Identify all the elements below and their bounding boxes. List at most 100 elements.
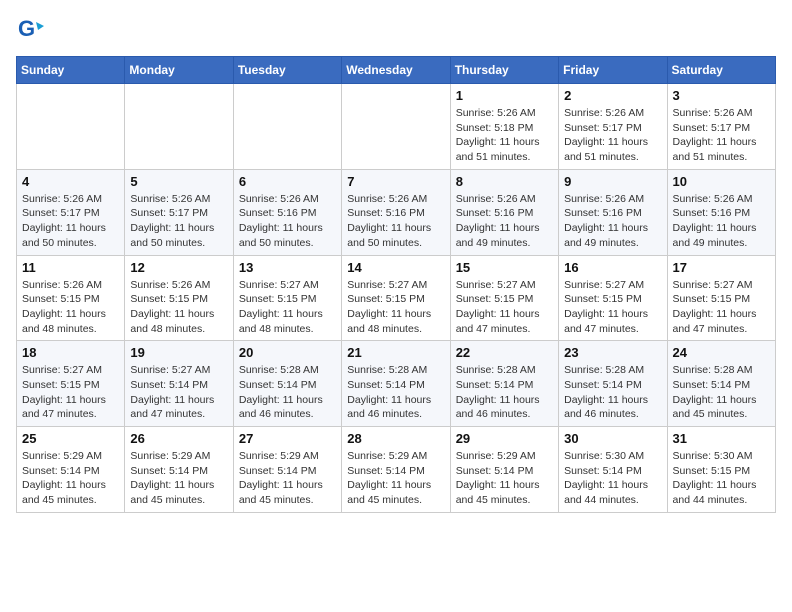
day-detail: Sunrise: 5:27 AM Sunset: 5:14 PM Dayligh… (130, 363, 227, 422)
calendar-cell: 28 Sunrise: 5:29 AM Sunset: 5:14 PM Dayli… (342, 427, 450, 513)
calendar-body: 1Sunrise: 5:26 AM Sunset: 5:18 PM Daylig… (17, 84, 776, 513)
day-number: 7 (347, 174, 444, 189)
day-detail: Sunrise: 5:28 AM Sunset: 5:14 PM Dayligh… (347, 363, 444, 422)
day-detail: Sunrise: 5:27 AM Sunset: 5:15 PM Dayligh… (239, 278, 336, 337)
day-number: 29 (456, 431, 553, 446)
day-detail: Sunrise: 5:26 AM Sunset: 5:18 PM Dayligh… (456, 106, 553, 165)
calendar-cell (17, 84, 125, 170)
logo-icon: G (16, 16, 44, 44)
svg-text:G: G (18, 16, 35, 41)
calendar-cell: 16Sunrise: 5:27 AM Sunset: 5:15 PM Dayli… (559, 255, 667, 341)
day-detail: Sunrise: 5:26 AM Sunset: 5:17 PM Dayligh… (22, 192, 119, 251)
calendar-cell: 4Sunrise: 5:26 AM Sunset: 5:17 PM Daylig… (17, 169, 125, 255)
day-number: 10 (673, 174, 770, 189)
calendar-cell: 22 Sunrise: 5:28 AM Sunset: 5:14 PM Dayli… (450, 341, 558, 427)
calendar-cell: 20 Sunrise: 5:28 AM Sunset: 5:14 PM Dayli… (233, 341, 341, 427)
day-detail: Sunrise: 5:29 AM Sunset: 5:14 PM Dayligh… (22, 449, 119, 508)
calendar-cell: 12 Sunrise: 5:26 AM Sunset: 5:15 PM Dayli… (125, 255, 233, 341)
page-header: G (16, 16, 776, 44)
day-number: 19 (130, 345, 227, 360)
calendar-table: SundayMondayTuesdayWednesdayThursdayFrid… (16, 56, 776, 513)
weekday-header: Sunday (17, 57, 125, 84)
day-detail: Sunrise: 5:29 AM Sunset: 5:14 PM Dayligh… (239, 449, 336, 508)
weekday-header: Tuesday (233, 57, 341, 84)
calendar-week-row: 11 Sunrise: 5:26 AM Sunset: 5:15 PM Dayli… (17, 255, 776, 341)
day-detail: Sunrise: 5:28 AM Sunset: 5:14 PM Dayligh… (673, 363, 770, 422)
day-number: 15 (456, 260, 553, 275)
calendar-week-row: 18 Sunrise: 5:27 AM Sunset: 5:15 PM Dayli… (17, 341, 776, 427)
day-number: 17 (673, 260, 770, 275)
calendar-cell: 21 Sunrise: 5:28 AM Sunset: 5:14 PM Dayli… (342, 341, 450, 427)
calendar-cell: 7 Sunrise: 5:26 AM Sunset: 5:16 PM Daylig… (342, 169, 450, 255)
day-detail: Sunrise: 5:26 AM Sunset: 5:17 PM Dayligh… (564, 106, 661, 165)
day-detail: Sunrise: 5:26 AM Sunset: 5:16 PM Dayligh… (564, 192, 661, 251)
day-detail: Sunrise: 5:26 AM Sunset: 5:15 PM Dayligh… (130, 278, 227, 337)
day-number: 22 (456, 345, 553, 360)
day-number: 25 (22, 431, 119, 446)
weekday-header: Saturday (667, 57, 775, 84)
calendar-cell (233, 84, 341, 170)
weekday-header: Friday (559, 57, 667, 84)
calendar-cell: 24 Sunrise: 5:28 AM Sunset: 5:14 PM Dayli… (667, 341, 775, 427)
day-detail: Sunrise: 5:27 AM Sunset: 5:15 PM Dayligh… (456, 278, 553, 337)
calendar-cell: 2 Sunrise: 5:26 AM Sunset: 5:17 PM Daylig… (559, 84, 667, 170)
calendar-cell: 27 Sunrise: 5:29 AM Sunset: 5:14 PM Dayli… (233, 427, 341, 513)
day-number: 13 (239, 260, 336, 275)
calendar-cell: 15 Sunrise: 5:27 AM Sunset: 5:15 PM Dayli… (450, 255, 558, 341)
day-detail: Sunrise: 5:28 AM Sunset: 5:14 PM Dayligh… (239, 363, 336, 422)
calendar-week-row: 4Sunrise: 5:26 AM Sunset: 5:17 PM Daylig… (17, 169, 776, 255)
day-number: 20 (239, 345, 336, 360)
day-detail: Sunrise: 5:27 AM Sunset: 5:15 PM Dayligh… (347, 278, 444, 337)
day-detail: Sunrise: 5:29 AM Sunset: 5:14 PM Dayligh… (130, 449, 227, 508)
day-number: 11 (22, 260, 119, 275)
day-detail: Sunrise: 5:26 AM Sunset: 5:17 PM Dayligh… (130, 192, 227, 251)
day-number: 24 (673, 345, 770, 360)
day-number: 9 (564, 174, 661, 189)
day-detail: Sunrise: 5:29 AM Sunset: 5:14 PM Dayligh… (347, 449, 444, 508)
day-detail: Sunrise: 5:26 AM Sunset: 5:15 PM Dayligh… (22, 278, 119, 337)
day-detail: Sunrise: 5:30 AM Sunset: 5:14 PM Dayligh… (564, 449, 661, 508)
calendar-cell: 9 Sunrise: 5:26 AM Sunset: 5:16 PM Daylig… (559, 169, 667, 255)
calendar-cell: 18 Sunrise: 5:27 AM Sunset: 5:15 PM Dayli… (17, 341, 125, 427)
day-number: 31 (673, 431, 770, 446)
day-detail: Sunrise: 5:26 AM Sunset: 5:16 PM Dayligh… (456, 192, 553, 251)
calendar-cell: 23Sunrise: 5:28 AM Sunset: 5:14 PM Dayli… (559, 341, 667, 427)
day-number: 21 (347, 345, 444, 360)
day-number: 16 (564, 260, 661, 275)
day-number: 8 (456, 174, 553, 189)
calendar-cell: 10 Sunrise: 5:26 AM Sunset: 5:16 PM Dayli… (667, 169, 775, 255)
calendar-cell: 11 Sunrise: 5:26 AM Sunset: 5:15 PM Dayli… (17, 255, 125, 341)
logo: G (16, 16, 48, 44)
calendar-cell: 14Sunrise: 5:27 AM Sunset: 5:15 PM Dayli… (342, 255, 450, 341)
day-detail: Sunrise: 5:26 AM Sunset: 5:17 PM Dayligh… (673, 106, 770, 165)
day-number: 27 (239, 431, 336, 446)
day-detail: Sunrise: 5:29 AM Sunset: 5:14 PM Dayligh… (456, 449, 553, 508)
calendar-week-row: 25 Sunrise: 5:29 AM Sunset: 5:14 PM Dayli… (17, 427, 776, 513)
calendar-cell: 30Sunrise: 5:30 AM Sunset: 5:14 PM Dayli… (559, 427, 667, 513)
calendar-cell: 13 Sunrise: 5:27 AM Sunset: 5:15 PM Dayli… (233, 255, 341, 341)
day-detail: Sunrise: 5:26 AM Sunset: 5:16 PM Dayligh… (673, 192, 770, 251)
day-number: 5 (130, 174, 227, 189)
calendar-header: SundayMondayTuesdayWednesdayThursdayFrid… (17, 57, 776, 84)
day-detail: Sunrise: 5:28 AM Sunset: 5:14 PM Dayligh… (456, 363, 553, 422)
calendar-cell: 3Sunrise: 5:26 AM Sunset: 5:17 PM Daylig… (667, 84, 775, 170)
day-number: 2 (564, 88, 661, 103)
day-detail: Sunrise: 5:27 AM Sunset: 5:15 PM Dayligh… (22, 363, 119, 422)
weekday-header-row: SundayMondayTuesdayWednesdayThursdayFrid… (17, 57, 776, 84)
day-number: 18 (22, 345, 119, 360)
calendar-cell (342, 84, 450, 170)
calendar-cell: 1Sunrise: 5:26 AM Sunset: 5:18 PM Daylig… (450, 84, 558, 170)
day-detail: Sunrise: 5:27 AM Sunset: 5:15 PM Dayligh… (673, 278, 770, 337)
day-number: 23 (564, 345, 661, 360)
day-detail: Sunrise: 5:26 AM Sunset: 5:16 PM Dayligh… (347, 192, 444, 251)
calendar-cell: 31 Sunrise: 5:30 AM Sunset: 5:15 PM Dayli… (667, 427, 775, 513)
calendar-cell: 19 Sunrise: 5:27 AM Sunset: 5:14 PM Dayli… (125, 341, 233, 427)
calendar-cell: 26 Sunrise: 5:29 AM Sunset: 5:14 PM Dayli… (125, 427, 233, 513)
calendar-cell: 29 Sunrise: 5:29 AM Sunset: 5:14 PM Dayli… (450, 427, 558, 513)
day-detail: Sunrise: 5:30 AM Sunset: 5:15 PM Dayligh… (673, 449, 770, 508)
calendar-week-row: 1Sunrise: 5:26 AM Sunset: 5:18 PM Daylig… (17, 84, 776, 170)
day-number: 28 (347, 431, 444, 446)
day-number: 12 (130, 260, 227, 275)
day-number: 26 (130, 431, 227, 446)
day-detail: Sunrise: 5:26 AM Sunset: 5:16 PM Dayligh… (239, 192, 336, 251)
